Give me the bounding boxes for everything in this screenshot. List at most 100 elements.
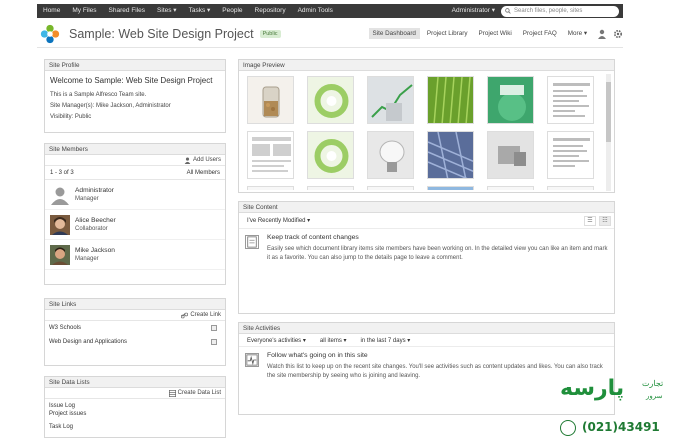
link-details-icon[interactable] <box>211 339 217 345</box>
phone-icon <box>560 420 576 436</box>
site-activities-title: Site Activities <box>239 323 614 334</box>
view-toggle: ☰ ☷ <box>584 215 614 226</box>
image-thumbnail[interactable] <box>367 76 414 124</box>
image-thumbnail[interactable] <box>487 76 534 124</box>
image-thumbnails <box>247 76 607 190</box>
member-row: Alice Beecher Collaborator <box>45 210 225 240</box>
content-filter-dropdown[interactable]: I've Recently Modified ▾ <box>247 217 310 224</box>
tab-project-wiki[interactable]: Project Wiki <box>475 28 516 39</box>
activities-item-filter[interactable]: all items ▾ <box>320 337 347 344</box>
image-thumbnail[interactable] <box>427 76 474 124</box>
member-name[interactable]: Mike Jackson <box>75 247 115 254</box>
watermark-subtitle: تجارت <box>642 379 664 388</box>
avatar <box>50 214 70 235</box>
data-list-name[interactable]: Task Log <box>49 423 221 431</box>
data-list-description: Project issues <box>49 411 87 417</box>
image-thumbnail[interactable] <box>247 76 294 124</box>
links-toolbar: Create Link <box>45 310 225 321</box>
members-count-row: 1 - 3 of 3 All Members <box>45 166 225 180</box>
nav-people[interactable]: People <box>216 4 248 18</box>
site-members-dashlet: Site Members Add Users 1 - 3 of 3 All Me… <box>44 143 226 285</box>
top-navigation-bar: Home My Files Shared Files Sites ▾ Tasks… <box>37 4 623 18</box>
link-label[interactable]: W3 Schools <box>49 325 81 331</box>
image-thumbnail[interactable] <box>307 186 354 190</box>
content-filter-row: I've Recently Modified ▾ ☰ ☷ <box>239 213 614 229</box>
member-name[interactable]: Administrator <box>75 187 114 194</box>
site-header: Sample: Web Site Design Project Public S… <box>37 20 623 48</box>
member-row: Mike Jackson Manager <box>45 240 225 270</box>
image-thumbnail[interactable] <box>427 186 474 190</box>
site-navigation: Site Dashboard Project Library Project W… <box>366 28 623 39</box>
image-thumbnail[interactable] <box>247 131 294 179</box>
site-members-title: Site Members <box>45 144 225 155</box>
scrollbar-thumb[interactable] <box>606 82 611 142</box>
add-user-icon <box>184 157 191 164</box>
watermark-phone: (021)43491 <box>582 420 660 434</box>
site-profile-title: Site Profile <box>45 60 225 71</box>
detailed-view-icon[interactable]: ☷ <box>599 215 611 226</box>
activities-user-filter[interactable]: Everyone's activities ▾ <box>247 337 306 344</box>
user-menu[interactable]: Administrator ▾ <box>446 4 501 18</box>
site-data-lists-dashlet: Site Data Lists Create Data List Issue L… <box>44 376 226 438</box>
activities-info-heading: Follow what's going on in this site <box>267 352 368 359</box>
site-data-lists-title: Site Data Lists <box>45 377 225 388</box>
gear-icon[interactable] <box>613 29 623 39</box>
nav-admin-tools[interactable]: Admin Tools <box>292 4 339 18</box>
nav-shared-files[interactable]: Shared Files <box>103 4 152 18</box>
activities-info: Follow what's going on in this site Watc… <box>239 347 614 386</box>
tab-project-faq[interactable]: Project FAQ <box>519 28 561 39</box>
nav-repository[interactable]: Repository <box>249 4 292 18</box>
member-role: Manager <box>75 196 99 202</box>
site-managers: Site Manager(s): Mike Jackson, Administr… <box>50 103 171 109</box>
image-thumbnail[interactable] <box>427 131 474 179</box>
data-list-name[interactable]: Issue Log <box>49 402 221 410</box>
image-thumbnail[interactable] <box>547 186 594 190</box>
nav-my-files[interactable]: My Files <box>66 4 102 18</box>
site-profile-dashlet: Site Profile Welcome to Sample: Web Site… <box>44 59 226 133</box>
site-content-title: Site Content <box>239 202 614 213</box>
welcome-heading: Welcome to Sample: Web Site Design Proje… <box>50 76 213 85</box>
create-link-button[interactable]: Create Link <box>190 312 221 318</box>
members-count: 1 - 3 of 3 <box>50 169 74 176</box>
image-thumbnail[interactable] <box>307 131 354 179</box>
member-name[interactable]: Alice Beecher <box>75 217 116 224</box>
image-thumbnail[interactable] <box>487 186 534 190</box>
link-icon <box>181 312 189 318</box>
image-thumbnail[interactable] <box>487 131 534 179</box>
site-activities-dashlet: Site Activities Everyone's activities ▾ … <box>238 322 615 415</box>
member-icon[interactable] <box>597 29 607 39</box>
site-links-dashlet: Site Links Create Link W3 Schools Web De… <box>44 298 226 366</box>
image-thumbnail[interactable] <box>547 131 594 179</box>
activities-range-filter[interactable]: in the last 7 days ▾ <box>361 337 411 344</box>
tab-project-library[interactable]: Project Library <box>423 28 472 39</box>
image-thumbnail[interactable] <box>307 76 354 124</box>
nav-sites[interactable]: Sites ▾ <box>151 4 183 18</box>
link-item: Web Design and Applications <box>45 335 225 349</box>
site-title: Sample: Web Site Design Project <box>69 26 254 41</box>
nav-home[interactable]: Home <box>37 4 66 18</box>
tab-more[interactable]: More ▾ <box>564 28 591 39</box>
site-content-dashlet: Site Content I've Recently Modified ▾ ☰ … <box>238 201 615 314</box>
add-users-button[interactable]: Add Users <box>193 157 221 163</box>
data-list-icon <box>168 389 176 397</box>
avatar <box>50 184 70 205</box>
all-members-link[interactable]: All Members <box>187 170 220 176</box>
data-lists-toolbar: Create Data List <box>45 388 225 399</box>
image-thumbnail[interactable] <box>367 131 414 179</box>
content-info: Keep track of content changes Easily see… <box>239 229 614 268</box>
member-role: Collaborator <box>75 226 108 232</box>
image-thumbnail[interactable] <box>247 186 294 190</box>
link-label[interactable]: Web Design and Applications <box>49 339 127 345</box>
simple-view-icon[interactable]: ☰ <box>584 215 596 226</box>
watermark-subtitle-2: سرور <box>646 393 663 400</box>
nav-tasks[interactable]: Tasks ▾ <box>183 4 217 18</box>
image-thumbnail[interactable] <box>367 186 414 190</box>
create-data-list-button[interactable]: Create Data List <box>178 390 221 396</box>
search-placeholder: Search files, people, sites <box>514 8 583 14</box>
search-input[interactable]: Search files, people, sites <box>501 5 619 17</box>
image-thumbnail[interactable] <box>547 76 594 124</box>
tab-site-dashboard[interactable]: Site Dashboard <box>368 28 420 39</box>
image-preview-scrollbar[interactable] <box>606 74 611 191</box>
link-details-icon[interactable] <box>211 325 217 331</box>
alfresco-logo-icon <box>40 24 60 43</box>
